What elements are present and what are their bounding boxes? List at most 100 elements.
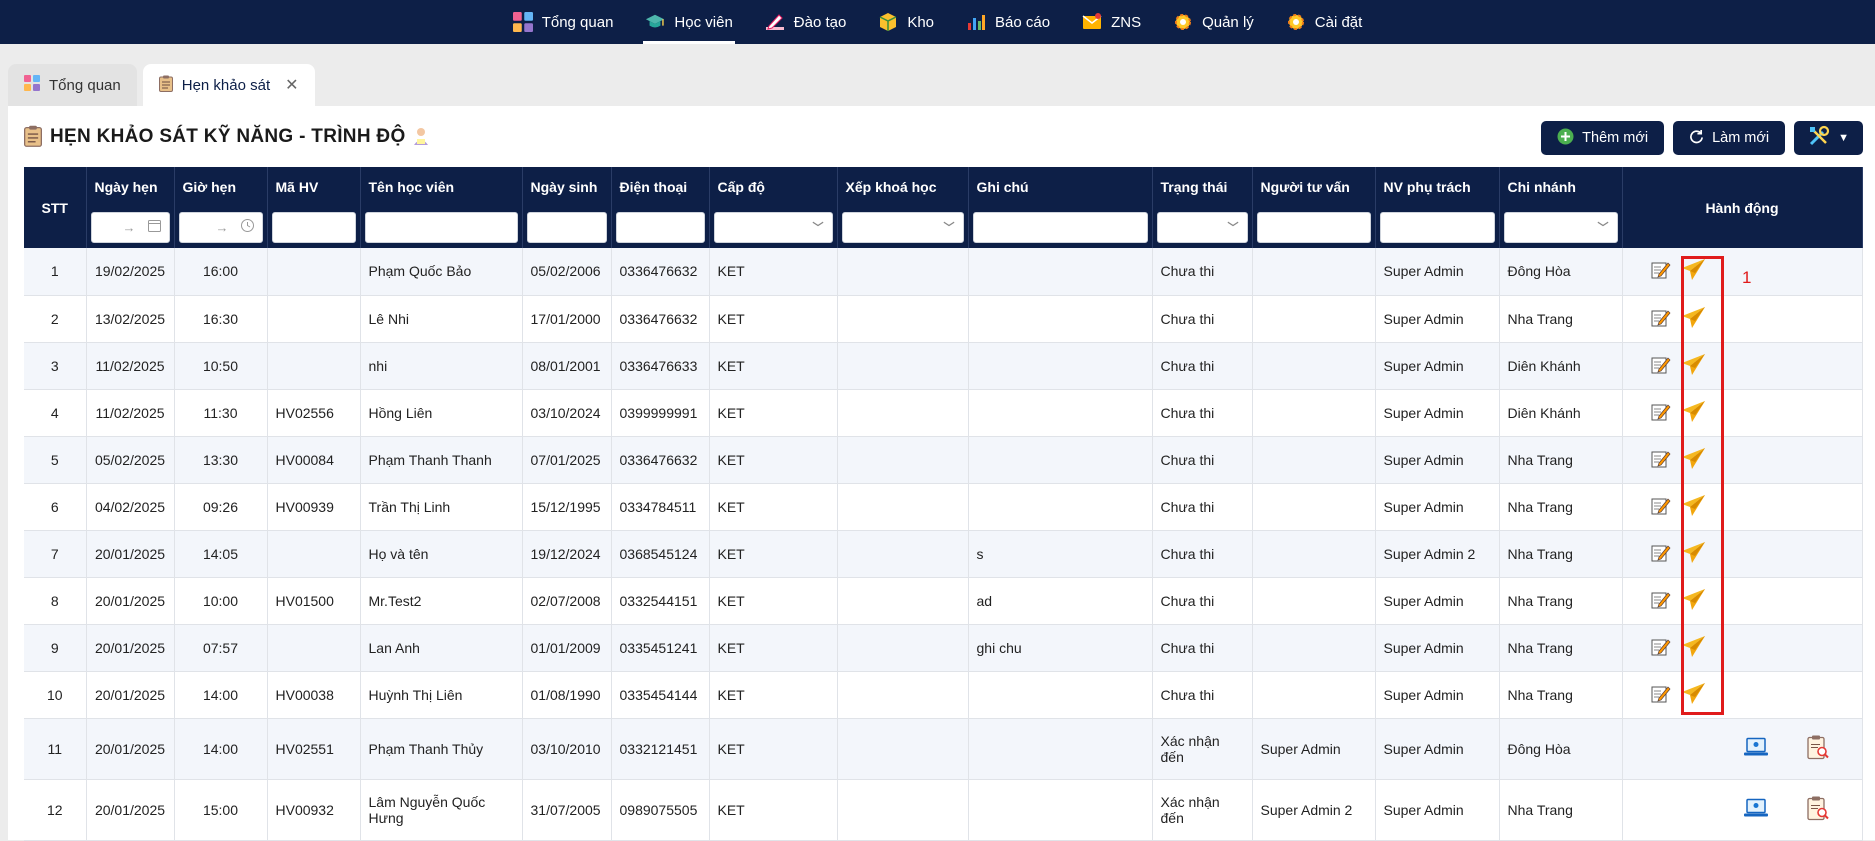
edit-icon[interactable] xyxy=(1651,402,1671,424)
tab-overview[interactable]: Tổng quan xyxy=(8,64,137,106)
send-icon[interactable] xyxy=(1681,635,1706,661)
table-row[interactable]: 213/02/202516:30Lê Nhi17/01/200003364766… xyxy=(24,295,1862,342)
branch-filter-select[interactable]: ﹀ xyxy=(1504,212,1618,243)
cell-dob: 31/07/2005 xyxy=(522,779,611,840)
nav-item-2[interactable]: Đào tạo xyxy=(749,0,863,44)
cell-staff: Super Admin xyxy=(1375,624,1499,671)
nav-item-6[interactable]: Quản lý xyxy=(1157,0,1270,44)
close-icon[interactable]: ✕ xyxy=(285,75,298,95)
header-phone[interactable]: Điện thoại xyxy=(611,167,709,206)
edit-icon[interactable] xyxy=(1651,308,1671,330)
review-icon[interactable] xyxy=(1806,795,1830,824)
table-row[interactable]: 604/02/202509:26HV00939Trần Thị Linh15/1… xyxy=(24,483,1862,530)
cell-status: Chưa thi xyxy=(1152,436,1252,483)
table-row[interactable]: 820/01/202510:00HV01500Mr.Test202/07/200… xyxy=(24,577,1862,624)
header-code[interactable]: Mã HV xyxy=(267,167,360,206)
header-course[interactable]: Xếp khoá học xyxy=(837,167,968,206)
cell-time: 10:00 xyxy=(174,577,267,624)
time-range-filter[interactable]: → xyxy=(179,212,263,243)
header-name[interactable]: Tên học viên xyxy=(360,167,522,206)
edit-icon[interactable] xyxy=(1651,684,1671,706)
cell-dob: 02/07/2008 xyxy=(522,577,611,624)
edit-icon[interactable] xyxy=(1651,543,1671,565)
cell-level: KET xyxy=(709,530,837,577)
nav-item-3[interactable]: Kho xyxy=(862,0,950,44)
header-branch[interactable]: Chi nhánh xyxy=(1499,167,1622,206)
table-row[interactable]: 1120/01/202514:00HV02551Phạm Thanh Thủy0… xyxy=(24,718,1862,779)
edit-icon[interactable] xyxy=(1651,260,1671,282)
clipboard-icon xyxy=(24,125,42,150)
header-dob[interactable]: Ngày sinh xyxy=(522,167,611,206)
phone-filter-input[interactable] xyxy=(616,212,705,243)
send-icon[interactable] xyxy=(1681,258,1706,284)
code-filter-input[interactable] xyxy=(272,212,356,243)
nav-item-1[interactable]: Học viên xyxy=(629,0,748,44)
cell-actions xyxy=(1622,483,1862,530)
cell-date: 11/02/2025 xyxy=(86,342,174,389)
header-status[interactable]: Trạng thái xyxy=(1152,167,1252,206)
cell-staff: Super Admin xyxy=(1375,718,1499,779)
header-staff[interactable]: NV phụ trách xyxy=(1375,167,1499,206)
name-filter-input[interactable] xyxy=(365,212,518,243)
header-advisor[interactable]: Người tư vấn xyxy=(1252,167,1375,206)
send-icon[interactable] xyxy=(1681,494,1706,520)
table-row[interactable]: 1020/01/202514:00HV00038Huỳnh Thị Liên01… xyxy=(24,671,1862,718)
cell-branch: Nha Trang xyxy=(1499,671,1622,718)
send-icon[interactable] xyxy=(1681,353,1706,379)
staff-filter-input[interactable] xyxy=(1380,212,1495,243)
nav-item-4[interactable]: Báo cáo xyxy=(950,0,1066,44)
cell-status: Chưa thi xyxy=(1152,530,1252,577)
send-icon[interactable] xyxy=(1681,447,1706,473)
table-row[interactable]: 311/02/202510:50nhi08/01/20010336476633K… xyxy=(24,342,1862,389)
table-row[interactable]: 720/01/202514:05Họ và tên19/12/202403685… xyxy=(24,530,1862,577)
table-row[interactable]: 920/01/202507:57Lan Anh01/01/20090335451… xyxy=(24,624,1862,671)
send-icon[interactable] xyxy=(1681,682,1706,708)
add-new-button[interactable]: Thêm mới xyxy=(1541,121,1664,155)
exam-icon[interactable] xyxy=(1743,736,1769,761)
review-icon[interactable] xyxy=(1806,734,1830,763)
header-date[interactable]: Ngày hẹn xyxy=(86,167,174,206)
cell-date: 20/01/2025 xyxy=(86,779,174,840)
send-icon[interactable] xyxy=(1681,541,1706,567)
table-row[interactable]: 1220/01/202515:00HV00932Lâm Nguyễn Quốc … xyxy=(24,779,1862,840)
course-filter-select[interactable]: ﹀ xyxy=(842,212,964,243)
cell-stt: 4 xyxy=(24,389,86,436)
cell-date: 20/01/2025 xyxy=(86,671,174,718)
cell-branch: Nha Trang xyxy=(1499,436,1622,483)
mail-icon xyxy=(1082,12,1102,32)
table-row[interactable]: 119/02/202516:00Phạm Quốc Bảo05/02/20060… xyxy=(24,248,1862,295)
send-icon[interactable] xyxy=(1681,306,1706,332)
edit-icon[interactable] xyxy=(1651,496,1671,518)
header-level[interactable]: Cấp độ xyxy=(709,167,837,206)
dob-filter-input[interactable] xyxy=(527,212,607,243)
table-row[interactable]: 505/02/202513:30HV00084Phạm Thanh Thanh0… xyxy=(24,436,1862,483)
edit-icon[interactable] xyxy=(1651,449,1671,471)
date-range-filter[interactable]: → xyxy=(91,212,170,243)
refresh-button[interactable]: Làm mới xyxy=(1673,121,1785,155)
status-filter-select[interactable]: ﹀ xyxy=(1157,212,1248,243)
edit-icon[interactable] xyxy=(1651,637,1671,659)
level-filter-select[interactable]: ﹀ xyxy=(714,212,833,243)
nav-item-7[interactable]: Cài đặt xyxy=(1270,0,1379,44)
cell-stt: 5 xyxy=(24,436,86,483)
exam-icon[interactable] xyxy=(1743,797,1769,822)
note-filter-input[interactable] xyxy=(973,212,1148,243)
arrow-right-icon: → xyxy=(216,220,229,235)
cell-staff: Super Admin xyxy=(1375,483,1499,530)
nav-item-5[interactable]: ZNS xyxy=(1066,0,1157,44)
tools-menu-button[interactable]: ▼ xyxy=(1794,121,1863,155)
edit-icon[interactable] xyxy=(1651,590,1671,612)
advisor-filter-input[interactable] xyxy=(1257,212,1371,243)
clipboard-icon xyxy=(159,75,173,96)
nav-item-0[interactable]: Tổng quan xyxy=(497,0,630,44)
send-icon[interactable] xyxy=(1681,400,1706,426)
cell-name: Mr.Test2 xyxy=(360,577,522,624)
table-row[interactable]: 411/02/202511:30HV02556Hồng Liên03/10/20… xyxy=(24,389,1862,436)
edit-icon[interactable] xyxy=(1651,355,1671,377)
send-icon[interactable] xyxy=(1681,588,1706,614)
tab-survey-appointments[interactable]: Hẹn khảo sát ✕ xyxy=(143,64,315,106)
cell-staff: Super Admin xyxy=(1375,295,1499,342)
cell-level: KET xyxy=(709,577,837,624)
header-note[interactable]: Ghi chú xyxy=(968,167,1152,206)
header-time[interactable]: Giờ hẹn xyxy=(174,167,267,206)
